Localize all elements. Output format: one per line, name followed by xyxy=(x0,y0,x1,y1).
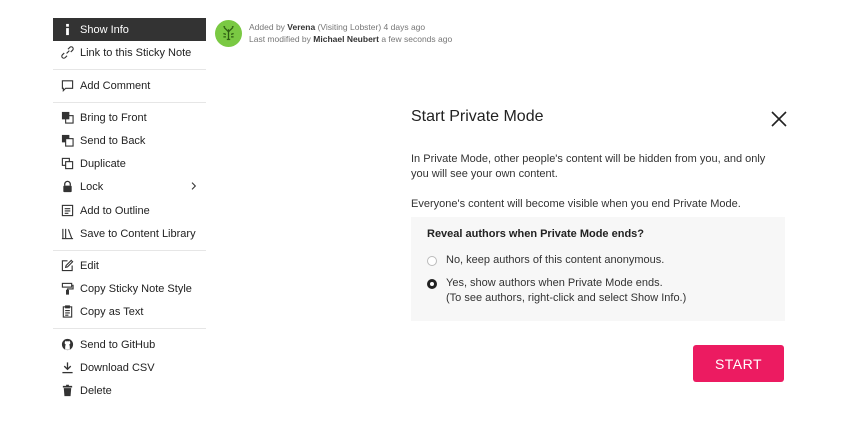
menu-item-save-to-library[interactable]: Save to Content Library xyxy=(53,222,206,245)
menu-item-send-to-github[interactable]: Send to GitHub xyxy=(53,333,206,356)
menu-item-label: Duplicate xyxy=(80,157,126,170)
menu-item-label: Edit xyxy=(80,259,99,272)
close-icon xyxy=(771,111,787,127)
comment-icon xyxy=(60,79,74,93)
menu-item-link[interactable]: Link to this Sticky Note xyxy=(53,41,206,64)
menu-item-lock[interactable]: Lock xyxy=(53,175,206,198)
menu-item-delete[interactable]: Delete xyxy=(53,379,206,402)
trash-icon xyxy=(60,384,74,398)
menu-item-label: Bring to Front xyxy=(80,111,147,124)
option-keep-anonymous[interactable]: No, keep authors of this content anonymo… xyxy=(427,254,665,268)
radio-button[interactable] xyxy=(427,256,437,266)
option-label: Yes, show authors when Private Mode ends… xyxy=(446,277,687,304)
option-show-authors[interactable]: Yes, show authors when Private Mode ends… xyxy=(427,277,687,306)
reveal-authors-options: Reveal authors when Private Mode ends? N… xyxy=(411,217,785,321)
menu-item-label: Add to Outline xyxy=(80,204,150,217)
dialog-title: Start Private Mode xyxy=(411,108,544,125)
menu-divider xyxy=(53,102,206,103)
link-icon xyxy=(60,46,74,60)
radio-button-selected[interactable] xyxy=(427,279,437,289)
close-button[interactable] xyxy=(769,109,789,129)
menu-divider xyxy=(53,328,206,329)
chevron-right-icon xyxy=(188,179,200,193)
menu-item-label: Download CSV xyxy=(80,361,155,374)
menu-item-label: Add Comment xyxy=(80,79,151,92)
github-icon xyxy=(60,338,74,352)
duplicate-icon xyxy=(60,157,74,171)
send-to-back-icon xyxy=(60,134,74,148)
author-info: Added by Verena (Visiting Lobster) 4 day… xyxy=(213,19,463,49)
lock-icon xyxy=(60,180,74,194)
info-icon xyxy=(60,23,74,37)
paint-roller-icon xyxy=(60,282,74,296)
download-icon xyxy=(60,361,74,375)
menu-item-label: Copy Sticky Note Style xyxy=(80,282,192,295)
bring-to-front-icon xyxy=(60,111,74,125)
menu-item-label: Copy as Text xyxy=(80,305,144,318)
menu-item-label: Save to Content Library xyxy=(80,227,196,240)
menu-item-label: Send to GitHub xyxy=(80,338,156,351)
options-title: Reveal authors when Private Mode ends? xyxy=(427,228,645,240)
menu-divider xyxy=(53,69,206,70)
edit-icon xyxy=(60,259,74,273)
modified-by-line: Last modified by Michael Neubert a few s… xyxy=(249,34,453,44)
menu-item-label: Lock xyxy=(80,180,104,193)
menu-divider xyxy=(53,250,206,251)
start-button[interactable]: START xyxy=(693,345,784,382)
modifier-name: Michael Neubert xyxy=(313,34,379,44)
author-name: Verena xyxy=(287,22,316,32)
menu-item-download-csv[interactable]: Download CSV xyxy=(53,356,206,379)
added-by-line: Added by Verena (Visiting Lobster) 4 day… xyxy=(249,22,426,32)
menu-item-copy-style[interactable]: Copy Sticky Note Style xyxy=(53,277,206,300)
clipboard-icon xyxy=(60,305,74,319)
lobster-icon xyxy=(223,26,234,41)
menu-item-copy-as-text[interactable]: Copy as Text xyxy=(53,300,206,323)
menu-item-show-info[interactable]: Show Info xyxy=(53,18,206,41)
visibility-note: Everyone's content will become visible w… xyxy=(411,198,741,210)
avatar xyxy=(215,20,242,47)
private-mode-dialog: Start Private Mode In Private Mode, othe… xyxy=(389,86,805,406)
library-icon xyxy=(60,227,74,241)
menu-item-label: Link to this Sticky Note xyxy=(80,46,192,59)
outline-icon xyxy=(60,204,74,218)
option-label: No, keep authors of this content anonymo… xyxy=(446,254,665,266)
dialog-description: In Private Mode, other people's content … xyxy=(411,153,766,180)
menu-item-label: Delete xyxy=(80,384,112,397)
menu-item-duplicate[interactable]: Duplicate xyxy=(53,152,206,175)
menu-item-edit[interactable]: Edit xyxy=(53,254,206,277)
context-menu: Show Info Link to this Sticky Note Add C… xyxy=(53,17,206,407)
menu-item-add-to-outline[interactable]: Add to Outline xyxy=(53,199,206,222)
menu-item-add-comment[interactable]: Add Comment xyxy=(53,74,206,97)
menu-item-send-to-back[interactable]: Send to Back xyxy=(53,129,206,152)
menu-item-bring-to-front[interactable]: Bring to Front xyxy=(53,106,206,129)
menu-item-label: Show Info xyxy=(80,23,129,36)
menu-item-label: Send to Back xyxy=(80,134,146,147)
